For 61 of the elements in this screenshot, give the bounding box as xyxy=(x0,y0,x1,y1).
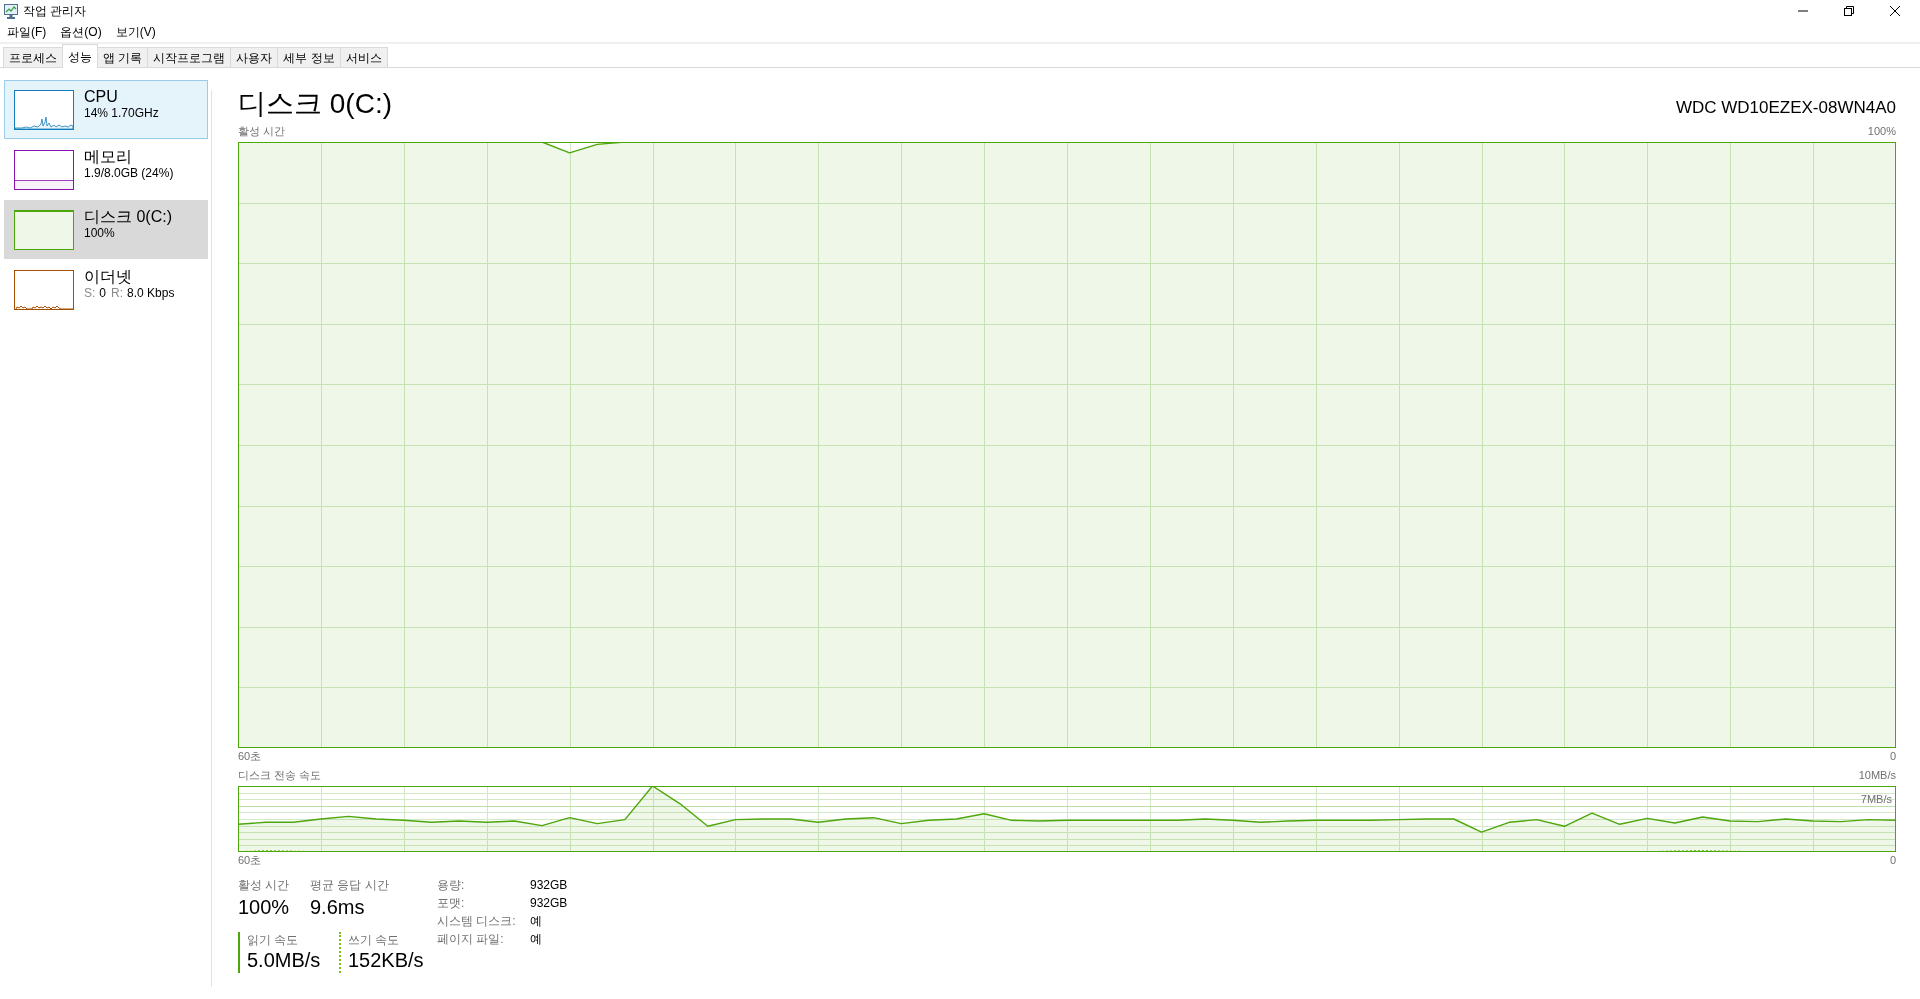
window-title: 작업 관리자 xyxy=(23,3,87,19)
property-value: 예 xyxy=(530,930,543,948)
property-label: 페이지 파일: xyxy=(437,930,505,948)
graph-title: 디스크 전송 속도 xyxy=(238,768,322,782)
device-model: WDC WD10EZEX-08WN4A0 xyxy=(1675,97,1896,119)
sidebar-item[interactable]: CPU 14% 1.70GHz xyxy=(4,80,208,139)
sidebar-item-subtitle: 1.9/8.0GB (24%) xyxy=(84,166,174,181)
reading-value: 0 xyxy=(99,286,107,301)
menu-item[interactable]: 보기(V) xyxy=(108,22,163,42)
reading-label: R: xyxy=(111,286,124,301)
sidebar-item[interactable]: 이더넷 S: 0 R: 8.0 Kbps xyxy=(4,260,208,319)
mini-graph-icon xyxy=(14,270,74,310)
time-axis-label: 0 xyxy=(1889,749,1896,763)
tab[interactable]: 서비스 xyxy=(339,47,388,67)
scale-label: 10MB/s xyxy=(1858,768,1896,782)
stat-value: 152KB/s xyxy=(348,948,424,973)
sidebar-item-title: 이더넷 xyxy=(84,267,133,286)
sidebar-item[interactable]: 메모리 1.9/8.0GB (24%) xyxy=(4,140,208,199)
tab[interactable]: 프로세스 xyxy=(3,47,63,67)
menu-item[interactable]: 옵션(O) xyxy=(53,22,109,42)
detail-title: 디스크 0(C:) xyxy=(238,87,392,121)
stat-label: 활성 시간 xyxy=(238,878,291,892)
property-label: 시스템 디스크: xyxy=(437,912,517,930)
property-value: 932GB xyxy=(530,878,568,892)
tab[interactable]: 시작프로그램 xyxy=(147,47,232,67)
property-label: 포맷: xyxy=(437,894,466,912)
stat-label: 쓰기 속도 xyxy=(348,933,401,947)
tab[interactable]: 성능 xyxy=(62,44,98,68)
monitor-chart-icon xyxy=(3,3,19,19)
minimize-icon xyxy=(1798,10,1808,12)
stat-value: 9.6ms xyxy=(310,895,366,920)
graph-title: 활성 시간 xyxy=(238,124,286,138)
property-value: 932GB xyxy=(530,896,568,910)
menu-item[interactable]: 파일(F) xyxy=(0,22,54,42)
sidebar-item-subtitle: 14% 1.70GHz xyxy=(84,106,159,121)
property-value: 예 xyxy=(530,912,543,930)
stat-label: 평균 응답 시간 xyxy=(310,878,389,892)
sidebar-item-title: CPU xyxy=(84,87,119,106)
time-axis-label: 60초 xyxy=(238,853,262,867)
scale-label: 7MB/s xyxy=(1860,792,1892,806)
tab[interactable]: 앱 기록 xyxy=(97,47,149,67)
reading-label: S: xyxy=(84,286,96,301)
time-axis-label: 60초 xyxy=(238,749,262,763)
mini-graph-icon xyxy=(14,90,74,130)
sidebar-item-title: 디스크 0(C:) xyxy=(84,207,172,226)
restore-icon xyxy=(1844,6,1854,16)
property-label: 용량: xyxy=(437,876,466,894)
tab[interactable]: 사용자 xyxy=(230,47,279,67)
reading-value: 8.0 Kbps xyxy=(127,286,175,301)
time-axis-label: 0 xyxy=(1889,853,1896,867)
mini-graph-icon xyxy=(14,210,74,250)
stat-value: 100% xyxy=(238,895,291,920)
sidebar-item-title: 메모리 xyxy=(84,147,133,166)
stat-label: 읽기 속도 xyxy=(247,933,300,947)
tab[interactable]: 세부 정보 xyxy=(277,47,341,67)
mini-graph-icon xyxy=(14,150,74,190)
close-icon xyxy=(1890,6,1900,16)
scale-label: 100% xyxy=(1867,124,1896,138)
stat-value: 5.0MB/s xyxy=(247,948,321,973)
sidebar-item[interactable]: 디스크 0(C:) 100% xyxy=(4,200,208,259)
sidebar-item-subtitle: 100% xyxy=(84,226,116,241)
